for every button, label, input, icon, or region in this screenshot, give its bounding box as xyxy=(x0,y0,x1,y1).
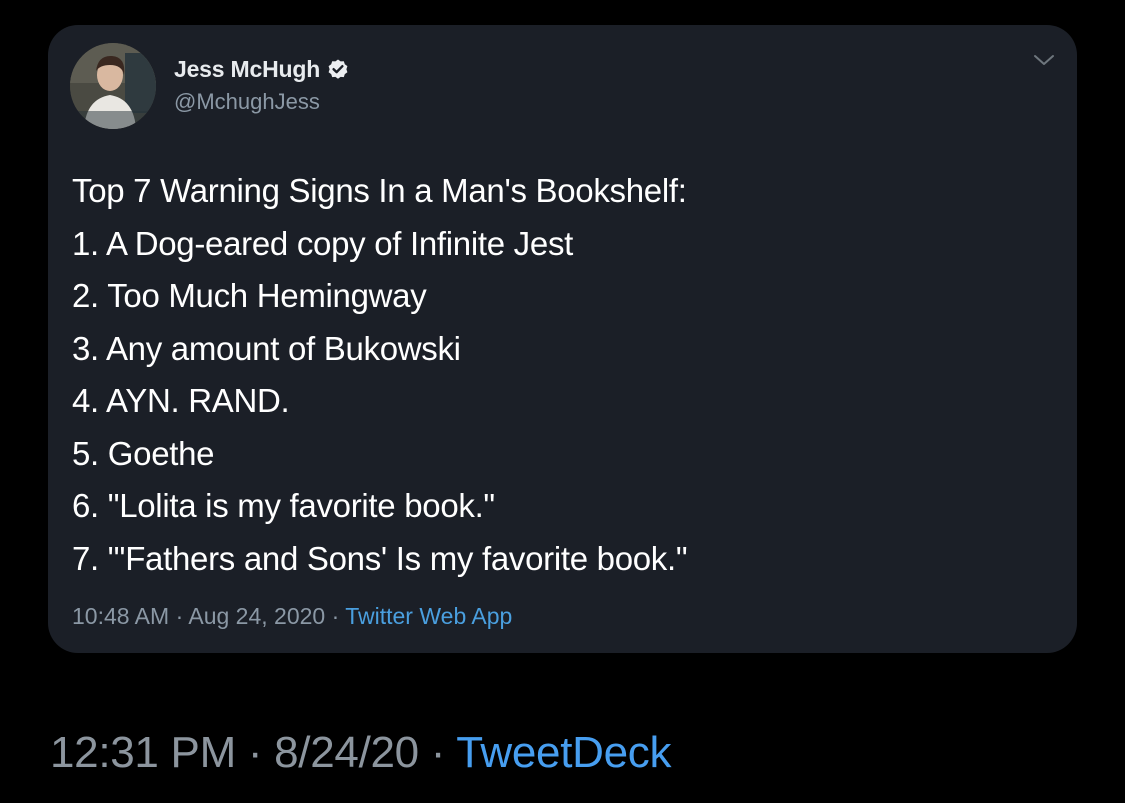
tweet-line: Top 7 Warning Signs In a Man's Bookshelf… xyxy=(72,172,687,209)
tweet-line: 5. Goethe xyxy=(72,434,215,472)
tweet-line: 3. Any amount of Bukowski xyxy=(72,329,461,367)
outer-separator: · xyxy=(235,728,275,777)
avatar-image xyxy=(70,43,156,129)
author-name[interactable]: Jess McHugh xyxy=(174,56,320,83)
chevron-down-icon[interactable] xyxy=(1033,53,1055,67)
outer-date[interactable]: 8/24/20 xyxy=(274,728,419,777)
tweet-line: 7. "'Fathers and Sons' Is my favorite bo… xyxy=(72,539,688,577)
outer-meta: 12:31 PM · 8/24/20 · TweetDeck xyxy=(50,728,672,778)
tweet-text: Top 7 Warning Signs In a Man's Bookshelf… xyxy=(72,165,688,585)
tweet-line: 2. Too Much Hemingway xyxy=(72,277,427,314)
tweet-line: 1. A Dog-eared copy of Infinite Jest xyxy=(72,224,574,262)
tweet-line: 4. AYN. RAND. xyxy=(72,382,290,419)
avatar[interactable] xyxy=(70,43,156,129)
meta-separator: · xyxy=(325,603,346,629)
tweet-author: Jess McHugh @MchughJess xyxy=(174,53,350,115)
tweet-source-link[interactable]: Twitter Web App xyxy=(345,603,512,629)
screenshot-stage: Jess McHugh @MchughJess Top 7 Warning Si… xyxy=(0,0,1125,803)
author-handle[interactable]: @MchughJess xyxy=(174,89,350,115)
tweet-meta: 10:48 AM · Aug 24, 2020 · Twitter Web Ap… xyxy=(72,603,512,630)
tweet-time[interactable]: 10:48 AM xyxy=(72,603,169,629)
verified-badge-icon xyxy=(326,57,350,81)
tweet-card[interactable]: Jess McHugh @MchughJess Top 7 Warning Si… xyxy=(48,25,1077,653)
outer-time[interactable]: 12:31 PM xyxy=(50,728,236,777)
tweet-line: 6. "Lolita is my favorite book." xyxy=(72,487,495,524)
tweet-date[interactable]: Aug 24, 2020 xyxy=(188,603,325,629)
author-name-row: Jess McHugh xyxy=(174,53,350,85)
outer-separator: · xyxy=(418,728,457,777)
outer-source-link[interactable]: TweetDeck xyxy=(456,728,671,777)
meta-separator: · xyxy=(169,603,189,629)
